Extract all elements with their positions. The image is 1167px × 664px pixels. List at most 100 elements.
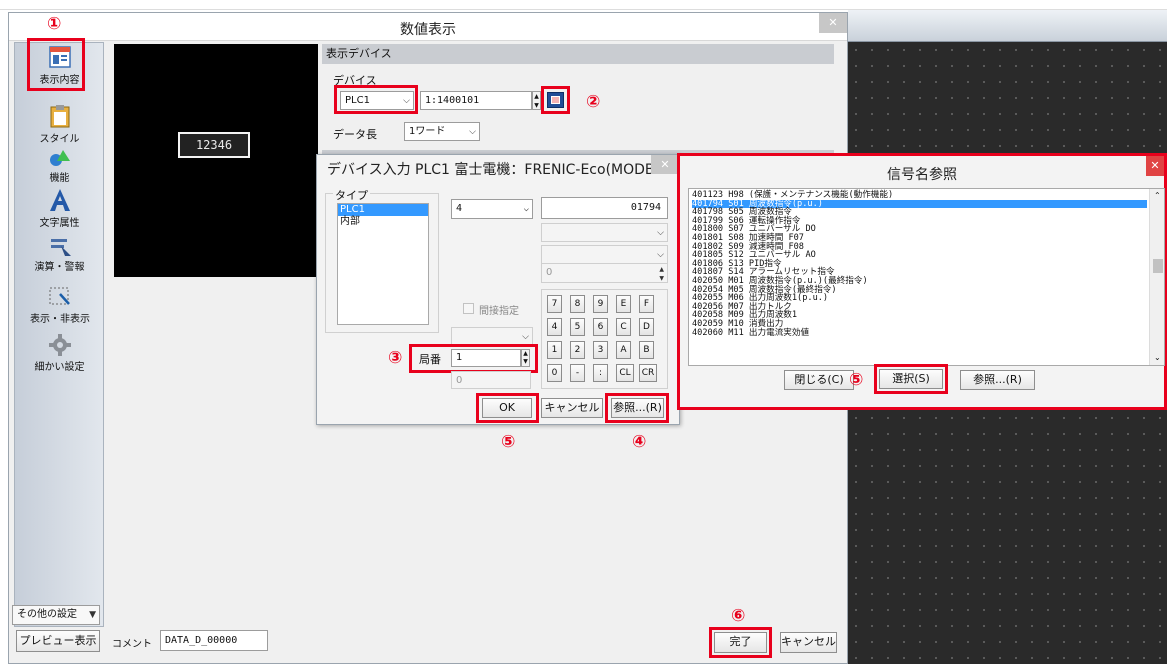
function-shapes-icon <box>49 150 70 166</box>
address-input[interactable]: 01794 <box>541 197 668 219</box>
sidebar-item-showhide[interactable]: 表示・非表示 <box>12 286 108 330</box>
station-label: 局番 <box>419 353 441 366</box>
keypad-key[interactable]: 6 <box>593 318 608 336</box>
station-spinner[interactable]: ▲ ▼ <box>521 349 530 367</box>
keypad-key[interactable]: B <box>639 341 654 359</box>
disabled-spin: 0 ▲ ▼ <box>541 263 668 283</box>
keypad-key[interactable]: 9 <box>593 295 608 313</box>
keypad-key[interactable]: D <box>639 318 654 336</box>
station-input[interactable]: 1 <box>451 349 521 367</box>
callout-4: ④ <box>632 432 647 452</box>
signal-dialog: 信号名参照 ✕ 401123 H98 (保護・メンテナンス機能(動作機能) 401… <box>680 156 1165 407</box>
device-address-input[interactable]: 1:1400101 <box>420 91 532 110</box>
cancel-button[interactable]: キャンセル <box>541 398 603 418</box>
preview-numeric-display: 12346 <box>178 132 250 158</box>
close-icon[interactable]: ✕ <box>1146 156 1164 176</box>
comment-label: コメント <box>112 639 152 650</box>
indirect-checkbox[interactable] <box>463 303 474 314</box>
signal-rows: 401123 H98 (保護・メンテナンス機能(動作機能) 401794 S01 … <box>689 189 1147 337</box>
keypad-key[interactable]: 7 <box>547 295 562 313</box>
scroll-down-icon[interactable]: ⌄ <box>1154 353 1161 362</box>
keypad-key[interactable]: F <box>639 295 654 313</box>
data-length-value: 1ワード <box>409 126 446 137</box>
sidebar-label-showhide: 表示・非表示 <box>30 314 90 325</box>
keypad-key[interactable]: : <box>593 364 608 382</box>
sidebar-item-advanced[interactable]: 細かい設定 <box>22 334 97 374</box>
device-address-value: 1:1400101 <box>425 95 480 106</box>
keypad-key[interactable]: 2 <box>570 341 585 359</box>
keypad-key[interactable]: - <box>570 364 585 382</box>
sidebar-label-style: スタイル <box>39 134 80 145</box>
sidebar-label-text: 文字属性 <box>39 218 80 229</box>
data-length-select[interactable]: 1ワード ⌵ <box>404 122 480 141</box>
gear-icon <box>48 334 71 356</box>
chevron-down-icon: ▼ <box>89 610 96 620</box>
sidebar-label-function: 機能 <box>49 173 70 184</box>
signal-list[interactable]: 401123 H98 (保護・メンテナンス機能(動作機能) 401794 S01 … <box>688 188 1165 366</box>
callout-1: ① <box>47 14 62 34</box>
other-settings-dropdown[interactable]: その他の設定 ▼ <box>12 605 100 625</box>
keypad-key[interactable]: 0 <box>547 364 562 382</box>
device-dialog-title: デバイス入力 PLC1 富士電機：FRENIC-Eco(MODBU... <box>327 162 653 178</box>
keypad-key[interactable]: CL <box>616 364 634 382</box>
reference-button[interactable]: 参照...(R) <box>611 398 664 418</box>
disabled-select-2: ⌵ <box>541 245 668 264</box>
sidebar-item-style[interactable]: スタイル <box>22 104 97 145</box>
ok-button[interactable]: OK <box>482 398 532 418</box>
main-cancel-button[interactable]: キャンセル <box>780 632 837 653</box>
select-button[interactable]: 選択(S) <box>879 369 943 389</box>
callout-5b: ⑤ <box>849 370 864 390</box>
device-address-spinner[interactable]: ▲ ▼ <box>532 91 541 110</box>
type-item-internal[interactable]: 内部 <box>338 216 428 228</box>
device-type-value: 4 <box>456 203 463 214</box>
keypad-key[interactable]: 3 <box>593 341 608 359</box>
keypad-key[interactable]: 4 <box>547 318 562 336</box>
chevron-down-icon: ⌵ <box>469 127 476 137</box>
data-length-label: データ長 <box>333 128 377 141</box>
chevron-down-icon: ⌵ <box>657 228 664 238</box>
signal-scrollbar[interactable]: ⌃ ⌄ <box>1149 189 1164 365</box>
signal-row[interactable]: 402060 M11 出力電流実効値 <box>692 328 1147 338</box>
keypad-key[interactable]: A <box>616 341 631 359</box>
sidebar-item-calc[interactable]: 演算・警報 <box>22 236 97 276</box>
comment-input[interactable]: DATA_D_00000 <box>160 630 268 651</box>
preview-button[interactable]: プレビュー表示 <box>16 630 100 652</box>
callout-6: ⑥ <box>731 606 746 626</box>
finish-button[interactable]: 完了 <box>714 632 767 653</box>
callout-box-display <box>27 38 85 91</box>
calculator-icon <box>551 96 560 104</box>
scroll-up-icon[interactable]: ⌃ <box>1154 191 1161 200</box>
section-header: 表示デバイス <box>322 44 834 64</box>
top-strip <box>0 0 1167 10</box>
keypad-key[interactable]: 8 <box>570 295 585 313</box>
close-button[interactable]: 閉じる(C) <box>784 370 854 390</box>
keypad-key[interactable]: 5 <box>570 318 585 336</box>
canvas-toolbar <box>848 10 1167 42</box>
sidebar-label-advanced: 細かい設定 <box>34 362 85 373</box>
sidebar-item-function[interactable]: 機能 <box>22 149 97 184</box>
keypad-key[interactable]: C <box>616 318 631 336</box>
keypad-key[interactable]: E <box>616 295 631 313</box>
signal-reference-button[interactable]: 参照...(R) <box>960 370 1035 390</box>
close-icon[interactable]: ✕ <box>651 155 679 174</box>
other-settings-label: その他の設定 <box>17 609 77 620</box>
callout-2: ② <box>586 92 601 112</box>
device-picker-button[interactable] <box>547 92 564 108</box>
sub-input: 0 <box>451 371 531 389</box>
chevron-down-icon: ⌵ <box>657 250 664 260</box>
disabled-spin-value: 0 <box>546 267 553 278</box>
main-titlebar: 数値表示 ✕ <box>9 13 847 41</box>
device-type-select[interactable]: 4 ⌵ <box>451 199 533 219</box>
scroll-thumb[interactable] <box>1153 259 1163 273</box>
calc-alarm-icon <box>50 239 71 256</box>
keypad-key[interactable]: CR <box>639 364 657 382</box>
type-list[interactable]: PLC1 内部 <box>337 203 429 325</box>
keypad-key[interactable]: 1 <box>547 341 562 359</box>
show-hide-icon <box>49 287 70 305</box>
callout-3: ③ <box>388 348 403 368</box>
close-icon[interactable]: ✕ <box>819 13 847 33</box>
sidebar-item-text[interactable]: 文字属性 <box>22 188 97 230</box>
text-attribute-icon <box>49 189 70 211</box>
type-item-plc1[interactable]: PLC1 <box>338 204 428 216</box>
callout-5a: ⑤ <box>501 432 516 452</box>
